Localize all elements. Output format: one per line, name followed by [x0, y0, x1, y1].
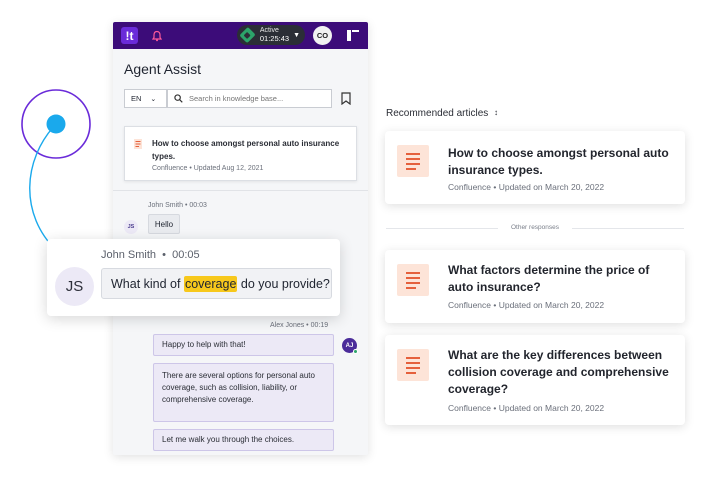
user-avatar[interactable]: CO: [313, 26, 332, 45]
customer-avatar-small: JS: [124, 220, 138, 234]
knowledge-search[interactable]: [167, 89, 332, 108]
document-icon: [134, 139, 142, 149]
chevron-down-icon: ⌄: [150, 95, 157, 103]
other-responses-divider: Other responses: [386, 222, 684, 234]
article-meta: Confluence • Updated on March 20, 2022: [448, 300, 605, 310]
agent-message-bubble: Happy to help with that!: [153, 334, 334, 356]
customer-avatar: JS: [55, 267, 94, 306]
language-select[interactable]: EN ⌄: [124, 89, 167, 108]
chevron-down-icon: ▼: [293, 31, 300, 39]
kb-result-title: How to choose amongst personal auto insu…: [152, 139, 340, 161]
agent-message-bubble: There are several options for personal a…: [153, 363, 334, 422]
article-meta: Confluence • Updated on March 20, 2022: [448, 403, 605, 413]
document-icon: [397, 145, 429, 177]
article-title: What factors determine the price of auto…: [448, 263, 650, 294]
customer-message-meta: John Smith • 00:03: [148, 202, 207, 209]
status-dropdown[interactable]: Active 01:25:43 ▼: [237, 25, 305, 45]
status-indicator-icon: [239, 26, 256, 44]
kb-result-card[interactable]: How to choose amongst personal auto insu…: [124, 126, 357, 181]
panel-layout-icon[interactable]: [347, 30, 359, 41]
highlighted-message-author: John Smith: [101, 249, 157, 261]
language-value: EN: [131, 94, 142, 103]
agent-message-meta: Alex Jones • 00:19: [270, 322, 329, 329]
collapse-icon[interactable]: ↕: [494, 108, 498, 117]
bell-icon[interactable]: [150, 29, 164, 43]
highlighted-keyword: coverage: [183, 275, 238, 292]
app-logo[interactable]: !t: [121, 27, 138, 44]
highlighted-message-card: John Smith • 00:05 JS What kind of cover…: [47, 239, 340, 316]
section-divider: [113, 190, 368, 191]
panel-title: Agent Assist: [124, 61, 202, 77]
customer-message-bubble: Hello: [148, 214, 180, 234]
recommended-article[interactable]: How to choose amongst personal auto insu…: [385, 131, 685, 204]
highlighted-message-time: 00:05: [172, 249, 200, 261]
message-text-after: do you provide?: [240, 276, 330, 291]
recommended-articles-title: Recommended articles: [386, 108, 489, 119]
recommended-article[interactable]: What are the key differences between col…: [385, 335, 685, 425]
article-title: How to choose amongst personal auto insu…: [448, 146, 669, 177]
message-text-before: What kind of: [111, 276, 181, 291]
status-timer: 01:25:43: [259, 34, 290, 43]
highlighted-message-meta: John Smith • 00:05: [101, 249, 200, 261]
online-indicator: [353, 349, 358, 354]
article-meta: Confluence • Updated on March 20, 2022: [448, 182, 605, 192]
search-icon: [174, 94, 183, 103]
highlighted-message-bubble: What kind of coverage do you provide?: [101, 268, 332, 299]
agent-avatar: AJ: [342, 338, 358, 354]
kb-result-meta: Confluence • Updated Aug 12, 2021: [152, 165, 264, 172]
recommended-article[interactable]: What factors determine the price of auto…: [385, 250, 685, 323]
document-icon: [397, 264, 429, 296]
article-title: What are the key differences between col…: [448, 348, 669, 396]
agent-initials: AJ: [345, 342, 354, 349]
bookmark-icon[interactable]: [341, 92, 351, 105]
agent-message-bubble: Let me walk you through the choices.: [153, 429, 334, 451]
search-input[interactable]: [189, 94, 329, 103]
top-bar: !t Active 01:25:43 ▼ CO: [113, 22, 368, 49]
document-icon: [397, 349, 429, 381]
